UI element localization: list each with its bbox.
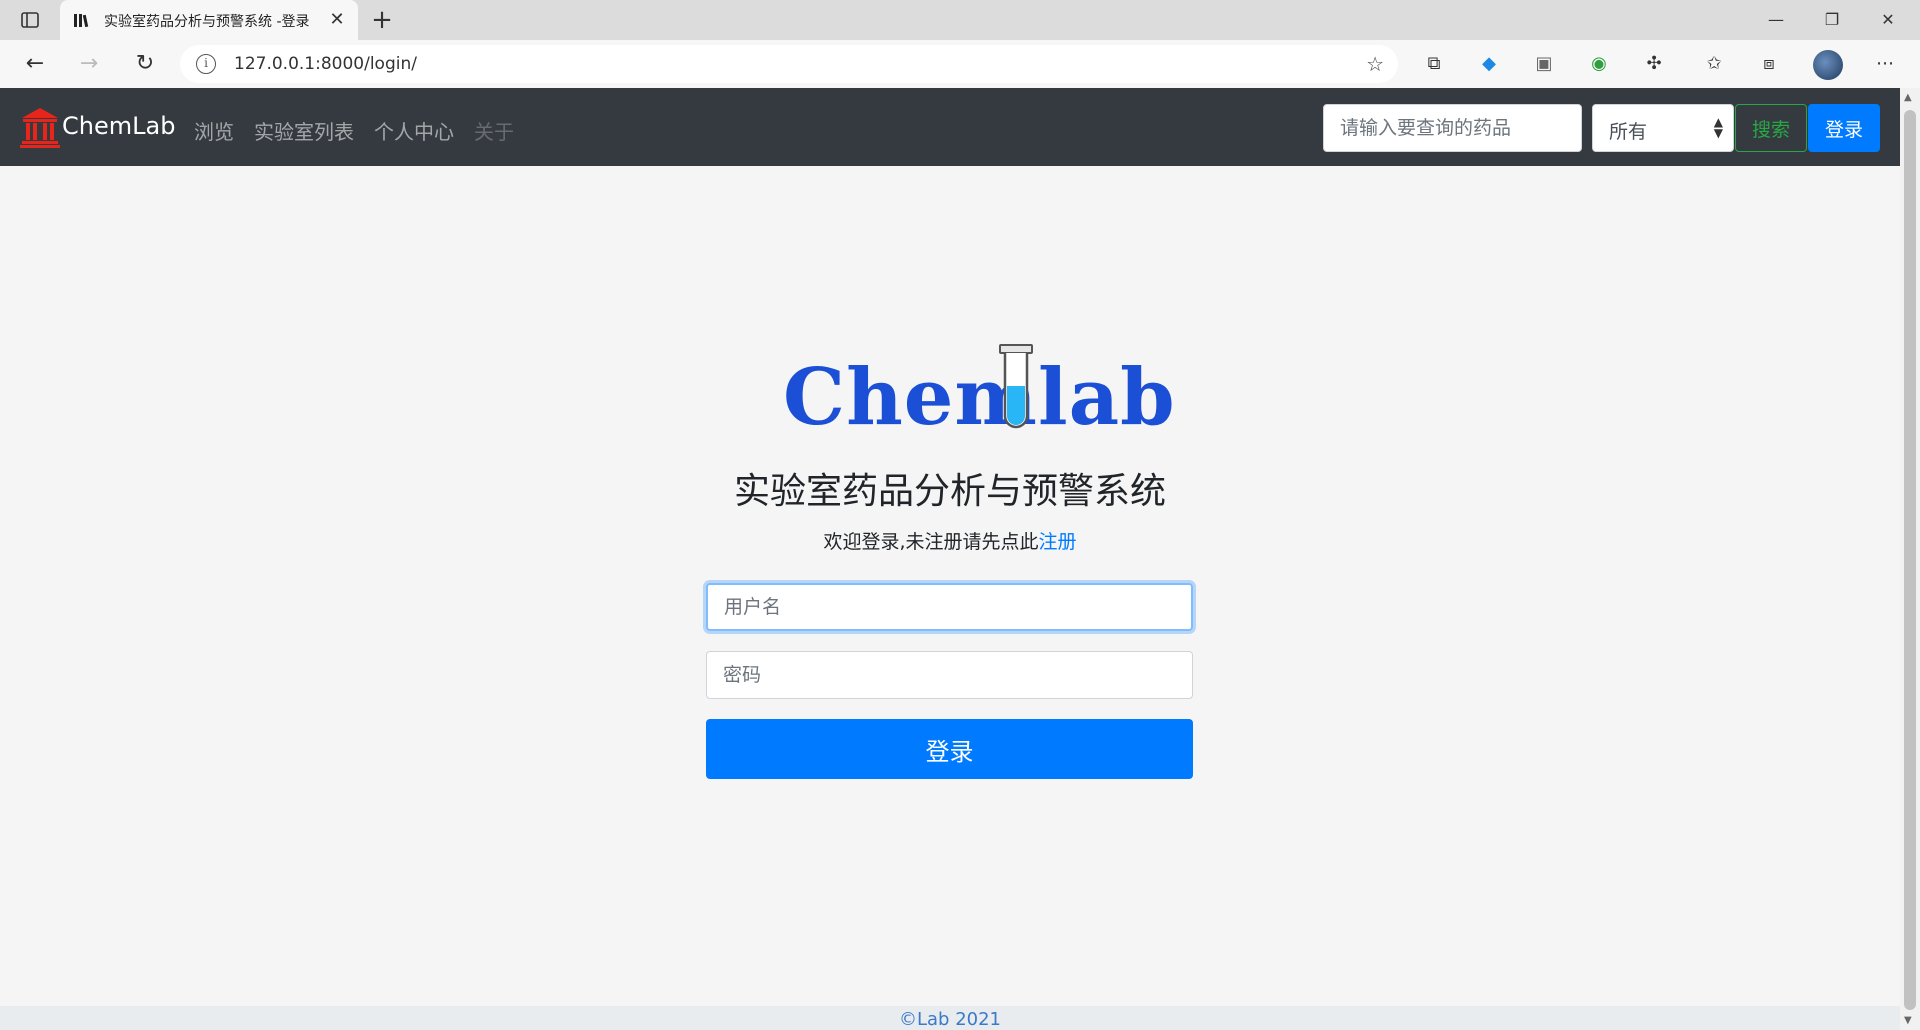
scrollbar-thumb[interactable] <box>1904 110 1916 1010</box>
window-minimize-button[interactable]: — <box>1748 0 1804 40</box>
browser-toolbar: ← → ↻ i 127.0.0.1:8000/login/ ☆ ⧉ ◆ ▣ ◉ … <box>0 40 1920 88</box>
page-footer: ©Lab 2021 <box>0 1006 1900 1030</box>
address-bar[interactable]: i 127.0.0.1:8000/login/ ☆ <box>180 45 1398 83</box>
url-text[interactable]: 127.0.0.1:8000/login/ <box>234 54 417 74</box>
scroll-down-icon[interactable]: ▼ <box>1904 1015 1912 1026</box>
nav-link-lab-list[interactable]: 实验室列表 <box>254 116 354 145</box>
search-button[interactable]: 搜索 <box>1735 104 1807 152</box>
username-input[interactable] <box>706 583 1193 631</box>
profile-avatar[interactable] <box>1813 50 1843 80</box>
reload-icon[interactable]: ↻ <box>131 50 159 78</box>
window-restore-button[interactable]: ❐ <box>1804 0 1860 40</box>
welcome-prefix: 欢迎登录,未注册请先点此 <box>823 531 1039 553</box>
extension-bird-icon[interactable]: ◆ <box>1477 52 1501 76</box>
add-favorite-icon[interactable]: ☆ <box>1366 52 1384 76</box>
more-menu-icon[interactable]: ⋯ <box>1873 52 1897 76</box>
test-tube-icon <box>999 344 1033 432</box>
forward-arrow-icon[interactable]: → <box>75 50 103 78</box>
browser-tab-active[interactable]: 实验室药品分析与预警系统 -登录 ✕ <box>60 0 358 40</box>
register-link[interactable]: 注册 <box>1039 531 1077 553</box>
back-arrow-icon[interactable]: ← <box>21 50 49 78</box>
scroll-up-icon[interactable]: ▲ <box>1904 92 1912 103</box>
nav-link-browse[interactable]: 浏览 <box>194 116 234 145</box>
window-close-button[interactable]: ✕ <box>1860 0 1916 40</box>
extension-link-icon[interactable]: ⧉ <box>1422 52 1446 76</box>
site-info-icon[interactable]: i <box>196 54 216 74</box>
page-scrollbar[interactable]: ▲ ▼ <box>1900 88 1920 1030</box>
password-input[interactable] <box>706 651 1193 699</box>
university-icon[interactable] <box>20 106 60 148</box>
tab-actions-icon[interactable] <box>20 10 40 30</box>
select-arrows-icon: ▲ ▼ <box>1713 115 1723 140</box>
extension-eye-icon[interactable]: ◉ <box>1587 52 1611 76</box>
extensions-puzzle-icon[interactable]: ✣ <box>1642 52 1666 76</box>
category-select-value: 所有 <box>1609 121 1648 143</box>
favorites-icon[interactable]: ✩ <box>1702 52 1726 76</box>
logo-text: Chemlab <box>783 352 1176 443</box>
browser-tabbar: 实验室药品分析与预警系统 -登录 ✕ + — ❐ ✕ <box>0 0 1920 40</box>
login-submit-button[interactable]: 登录 <box>706 719 1193 779</box>
collections-icon[interactable]: ⧈ <box>1757 52 1781 76</box>
chemlab-logo: Chemlab <box>783 340 1175 443</box>
nav-link-about[interactable]: 关于 <box>474 116 514 145</box>
navbar-login-button[interactable]: 登录 <box>1808 104 1880 152</box>
tab-close-icon[interactable]: ✕ <box>326 9 348 31</box>
nav-link-profile[interactable]: 个人中心 <box>374 116 454 145</box>
system-title: 实验室药品分析与预警系统 <box>733 471 1166 512</box>
new-tab-button[interactable]: + <box>368 6 396 34</box>
welcome-text: 欢迎登录,未注册请先点此注册 <box>0 527 1900 554</box>
copyright-text: ©Lab 2021 <box>898 1009 1001 1030</box>
brand-name[interactable]: ChemLab <box>62 112 175 140</box>
tab-title: 实验室药品分析与预警系统 -登录 <box>104 14 310 30</box>
extension-face-icon[interactable]: ▣ <box>1532 52 1556 76</box>
category-select[interactable]: 所有 ▲ ▼ <box>1592 104 1734 152</box>
drug-search-input[interactable] <box>1323 104 1582 152</box>
library-favicon-icon <box>72 11 90 29</box>
site-navbar: ChemLab 浏览 实验室列表 个人中心 关于 所有 ▲▼ 搜索 登录 <box>0 88 1900 166</box>
